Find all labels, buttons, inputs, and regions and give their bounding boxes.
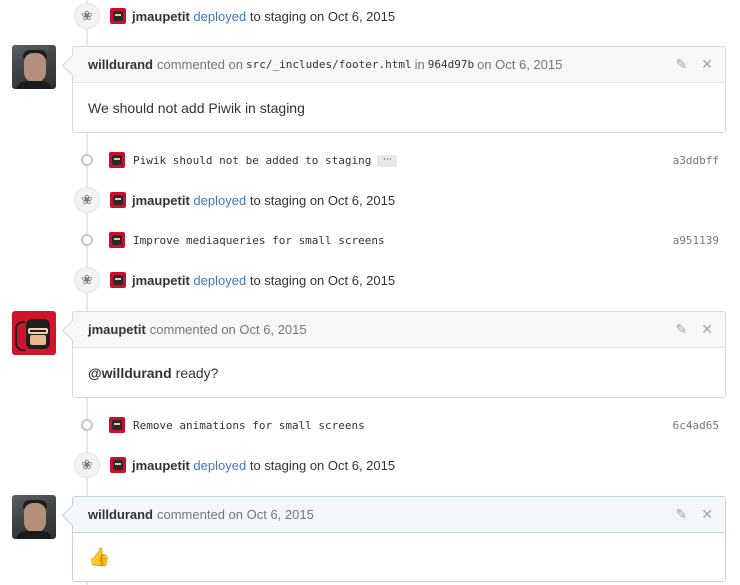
avatar[interactable] [109,417,125,433]
deploy-event: ❀ jmaupetit deployed to staging on Oct 6… [74,2,395,30]
avatar[interactable] [110,272,126,288]
event-actor-link[interactable]: jmaupetit [132,458,190,473]
event-details: to staging on Oct 6, 2015 [249,192,396,208]
event-text: jmaupetit deployed to staging on Oct 6, … [132,9,395,24]
commit-icon [81,154,93,166]
deployed-link[interactable]: deployed [193,273,246,288]
comment-meta-in: in [414,57,425,72]
squirrel-icon: ❀ [74,187,100,213]
avatar[interactable] [109,232,125,248]
event-actor-link[interactable]: jmaupetit [132,9,190,24]
event-details: to staging on Oct 6, 2015 [249,457,396,473]
squirrel-icon: ❀ [74,267,100,293]
comment-actions: ✎ ✕ [676,57,713,73]
comment-body: We should not add Piwik in staging [73,83,725,132]
deployed-link[interactable]: deployed [193,458,246,473]
commit-row: Piwik should not be added to staging ⋯ a3… [81,150,721,170]
commit-icon [81,234,93,246]
event-details: to staging on Oct 6, 2015 [249,272,396,288]
squirrel-icon: ❀ [74,3,100,29]
avatar[interactable] [110,8,126,24]
avatar[interactable] [12,495,56,539]
avatar[interactable] [110,457,126,473]
commit-row: Remove animations for small screens 6c4a… [81,415,721,435]
deployed-link[interactable]: deployed [193,9,246,24]
deploy-event: ❀ jmaupetit deployed to staging on Oct 6… [74,451,395,479]
commit-message-link[interactable]: Remove animations for small screens [133,419,365,432]
comment-author-link[interactable]: jmaupetit [88,322,146,337]
deploy-event: ❀ jmaupetit deployed to staging on Oct 6… [74,266,395,294]
avatar[interactable] [110,192,126,208]
deployed-link[interactable]: deployed [193,193,246,208]
comment-header: willdurand commented on Oct 6, 2015 ✎ ✕ [73,497,725,533]
squirrel-icon: ❀ [74,452,100,478]
comment: willdurand commented on src/_includes/fo… [72,46,726,133]
event-text: jmaupetit deployed to staging on Oct 6, … [132,273,395,288]
comment-header: jmaupetit commented on Oct 6, 2015 ✎ ✕ [73,312,725,348]
comment-actions: ✎ ✕ [676,507,713,523]
event-actor-link[interactable]: jmaupetit [132,193,190,208]
commit-link[interactable]: 964d97b [428,58,474,71]
deploy-event: ❀ jmaupetit deployed to staging on Oct 6… [74,186,395,214]
pencil-icon[interactable]: ✎ [676,57,688,73]
event-details: to staging on Oct 6, 2015 [249,8,396,24]
pencil-icon[interactable]: ✎ [676,322,688,338]
comment-date[interactable]: on Oct 6, 2015 [477,57,562,72]
expand-ellipsis-button[interactable]: ⋯ [377,154,398,167]
comment-text: ready? [175,364,219,381]
pencil-icon[interactable]: ✎ [676,507,688,523]
avatar[interactable] [12,45,56,89]
commit-sha-link[interactable]: 6c4ad65 [673,419,721,432]
comment-body: 👍 [73,533,725,581]
close-icon[interactable]: ✕ [701,507,713,523]
comment-author-link[interactable]: willdurand [88,507,153,522]
event-text: jmaupetit deployed to staging on Oct 6, … [132,458,395,473]
thumbs-up-icon: 👍 [88,546,111,568]
comment-body: @willdurand ready? [73,348,725,397]
comment-date[interactable]: commented on Oct 6, 2015 [157,507,314,522]
comment-actions: ✎ ✕ [676,322,713,338]
avatar[interactable] [12,311,56,355]
user-mention-link[interactable]: @willdurand [88,365,172,381]
avatar[interactable] [109,152,125,168]
comment-date[interactable]: commented on Oct 6, 2015 [150,322,307,337]
comment-author-link[interactable]: willdurand [88,57,153,72]
comment-text: We should not add Piwik in staging [88,99,305,116]
comment-meta: commented on [157,57,243,72]
comment-header: willdurand commented on src/_includes/fo… [73,47,725,83]
event-actor-link[interactable]: jmaupetit [132,273,190,288]
close-icon[interactable]: ✕ [701,57,713,73]
close-icon[interactable]: ✕ [701,322,713,338]
commit-message-link[interactable]: Piwik should not be added to staging ⋯ [133,154,398,167]
commit-message-link[interactable]: Improve mediaqueries for small screens [133,234,385,247]
commit-sha-link[interactable]: a3ddbff [673,154,721,167]
comment: willdurand commented on Oct 6, 2015 ✎ ✕ … [72,496,726,582]
file-link[interactable]: src/_includes/footer.html [246,58,412,71]
commit-row: Improve mediaqueries for small screens a… [81,230,721,250]
comment: jmaupetit commented on Oct 6, 2015 ✎ ✕ @… [72,311,726,398]
event-text: jmaupetit deployed to staging on Oct 6, … [132,193,395,208]
commit-icon [81,419,93,431]
commit-sha-link[interactable]: a951139 [673,234,721,247]
